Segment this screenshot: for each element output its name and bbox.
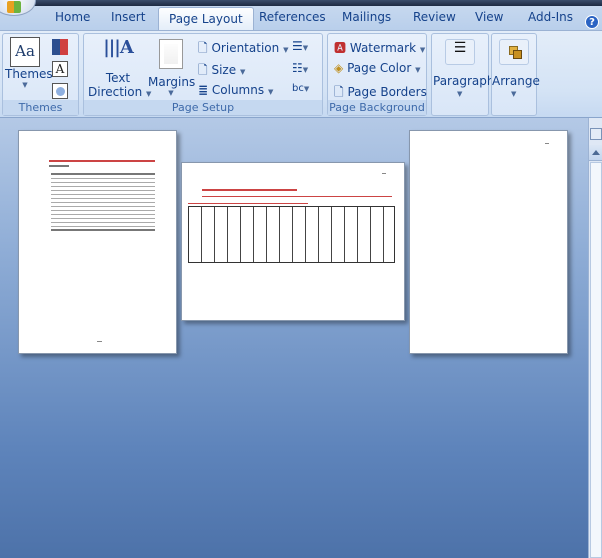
text-direction-icon: |||A [103,37,134,58]
page-heading [49,160,155,162]
arrange-group[interactable]: Arrange ▼ [491,33,540,116]
document-page-2[interactable] [181,162,405,321]
hyphenation-icon: bc [292,83,304,94]
margins-label: Margins [148,75,196,89]
page-subheading [202,196,392,197]
ribbon-tabs: Home Insert Page Layout References Maili… [0,6,602,31]
margins-icon [159,39,183,69]
tab-home[interactable]: Home [55,10,90,24]
page-color-label: Page Color [347,61,412,75]
help-icon[interactable]: ? [585,15,599,29]
size-button[interactable]: 🗋 Size ▼ [198,61,245,82]
document-page-3[interactable] [409,130,568,354]
breaks-button[interactable]: ☰▼ [292,39,308,53]
line-numbers-button[interactable]: ☷▼ [292,61,308,75]
arrange-icon [499,39,529,65]
text-direction-button[interactable]: |||A Text Direction ▼ [88,37,151,99]
document-page-1[interactable] [18,130,177,354]
tab-insert[interactable]: Insert [111,10,145,24]
tab-review[interactable]: Review [413,10,456,24]
page-heading [202,189,297,191]
columns-button[interactable]: ≣ Columns ▼ [198,83,273,97]
page-color-button[interactable]: ◈ Page Color ▼ [334,61,420,75]
page-borders-icon: 🗋 [334,85,344,99]
vertical-scrollbar[interactable] [588,118,602,558]
tab-mailings[interactable]: Mailings [342,10,391,24]
theme-effects-icon[interactable] [52,83,68,99]
hyphenation-button[interactable]: bc▼ [292,83,309,94]
themes-button[interactable]: Aa Themes ▼ [5,37,53,89]
scroll-up-button[interactable] [589,145,602,161]
themes-button-label: Themes [5,67,53,81]
size-label: Size [211,63,237,77]
paragraph-label: Paragraph [433,74,495,88]
page-subheading [188,203,308,204]
page-color-icon: ◈ [334,61,344,75]
size-icon: 🗋 [198,63,208,77]
page-number [382,173,386,174]
columns-label: Columns [211,83,265,97]
columns-icon: ≣ [198,83,209,97]
text-direction-label-1: Text [105,71,131,85]
tab-page-layout[interactable]: Page Layout [158,7,254,31]
themes-icon: Aa [10,37,40,67]
page-setup-group-label: Page Setup [84,100,322,115]
page-borders-label: Page Borders [347,85,427,99]
chevron-down-icon: ▼ [22,81,28,89]
watermark-label: Watermark [349,41,417,55]
watermark-button[interactable]: 🅰 Watermark ▼ [334,39,425,56]
paragraph-icon: ☰ [445,39,475,65]
page-subheading [49,165,69,167]
text-direction-label-2: Direction [88,85,143,99]
tab-view[interactable]: View [475,10,503,24]
line-numbers-icon: ☷ [292,61,303,75]
page-number [545,143,549,144]
orientation-label: Orientation [211,41,280,55]
paragraph-group[interactable]: ☰ Paragraph ▼ [431,33,495,116]
arrange-label: Arrange [492,74,540,88]
themes-group: Aa Themes ▼ A Themes [2,33,79,116]
orientation-icon: 🗋 [198,41,208,55]
orientation-button[interactable]: 🗋 Orientation ▼ [198,39,288,60]
chevron-down-icon: ▼ [511,90,517,98]
tab-references[interactable]: References [259,10,326,24]
themes-group-label: Themes [3,100,78,115]
document-table [188,206,395,263]
theme-colors-icon[interactable] [52,39,68,55]
watermark-icon: 🅰 [334,41,347,55]
theme-fonts-icon[interactable]: A [52,61,68,77]
scrollbar-thumb[interactable] [590,162,602,558]
page-setup-group: |||A Text Direction ▼ Margins ▼ 🗋 Orient… [83,33,323,116]
ribbon: Aa Themes ▼ A Themes |||A Text Direction… [0,30,602,118]
page-background-group: 🅰 Watermark ▼ ◈ Page Color ▼ 🗋 Page Bord… [327,33,427,116]
chevron-down-icon: ▼ [457,90,463,98]
page-number [97,341,102,342]
breaks-icon: ☰ [292,39,303,53]
view-ruler-icon[interactable] [590,128,602,140]
page-background-group-label: Page Background [328,100,426,115]
office-logo-icon [7,1,21,13]
document-table [51,173,155,231]
document-area[interactable] [0,118,588,558]
margins-button[interactable]: Margins ▼ [148,37,196,97]
tab-add-ins[interactable]: Add-Ins [528,10,573,24]
